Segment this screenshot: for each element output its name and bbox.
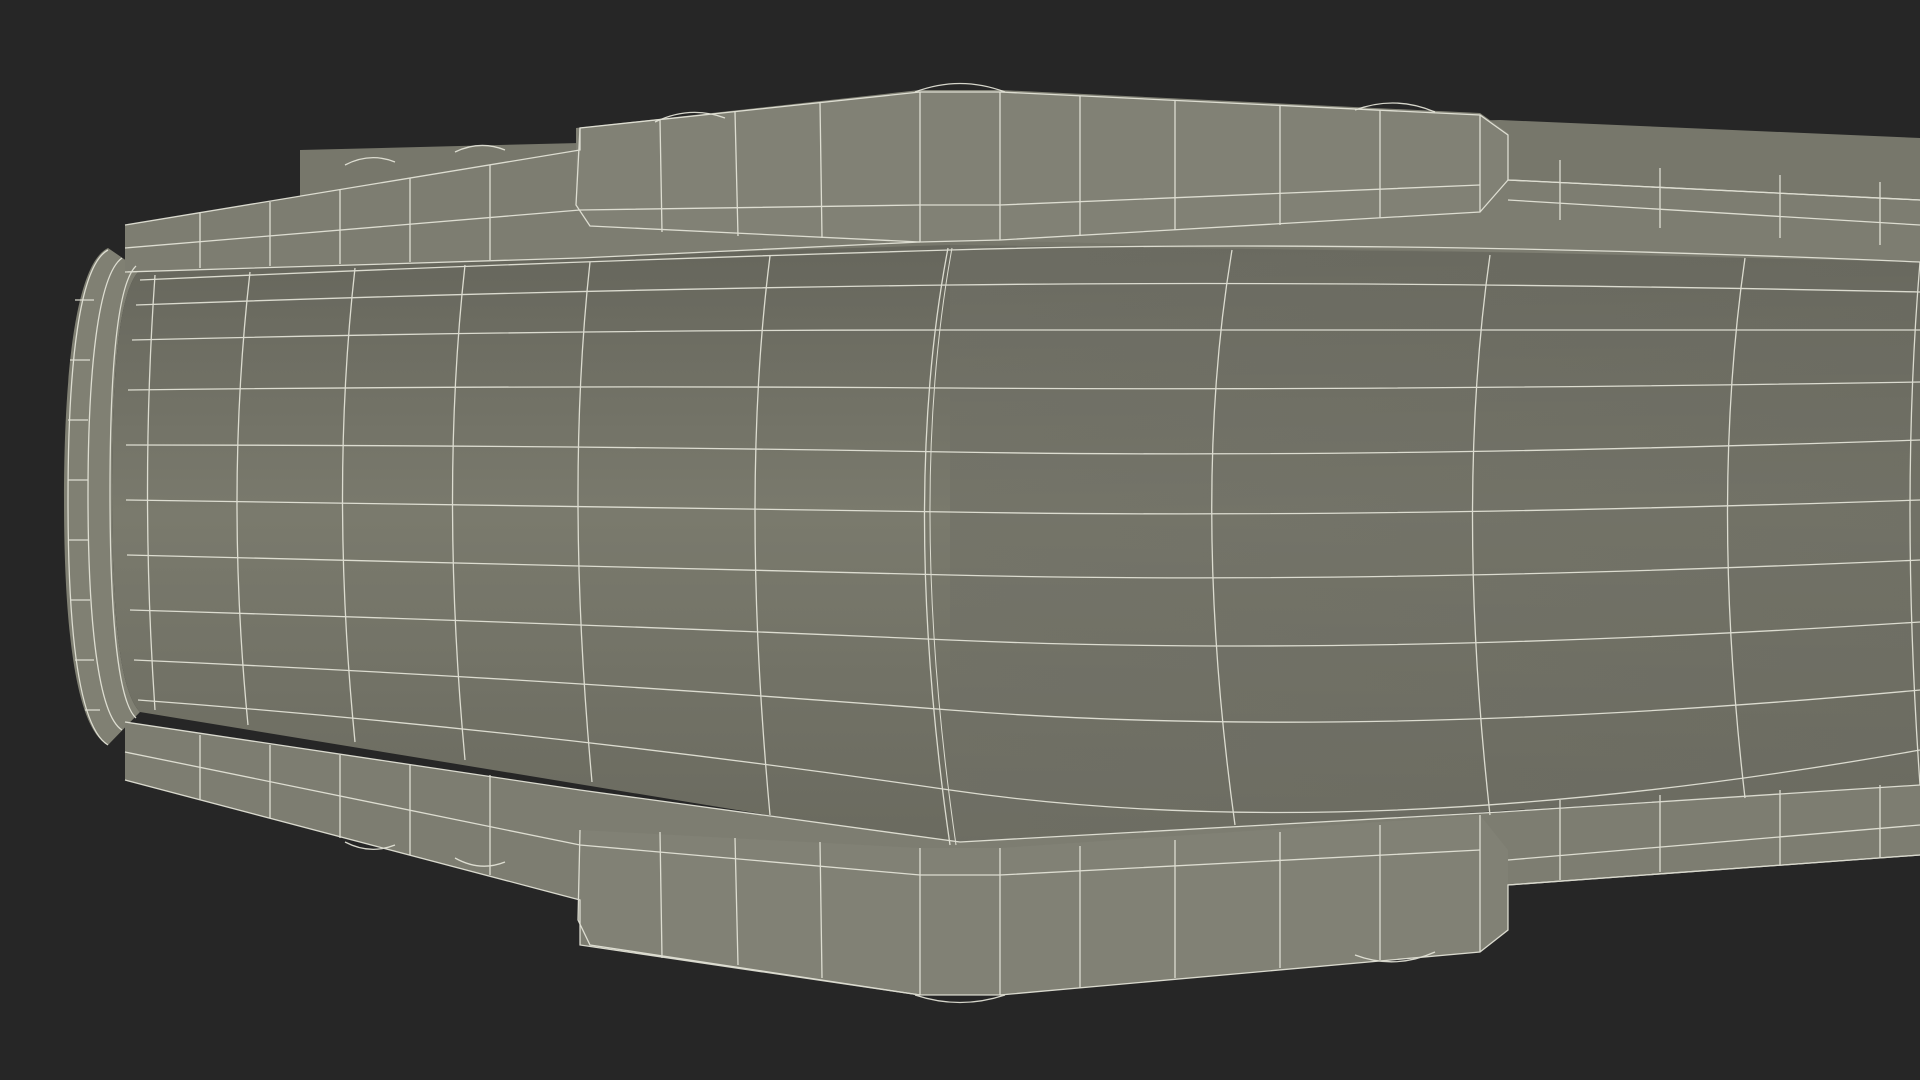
render-viewport <box>0 0 1920 1080</box>
book-wireframe <box>64 82 1920 1004</box>
